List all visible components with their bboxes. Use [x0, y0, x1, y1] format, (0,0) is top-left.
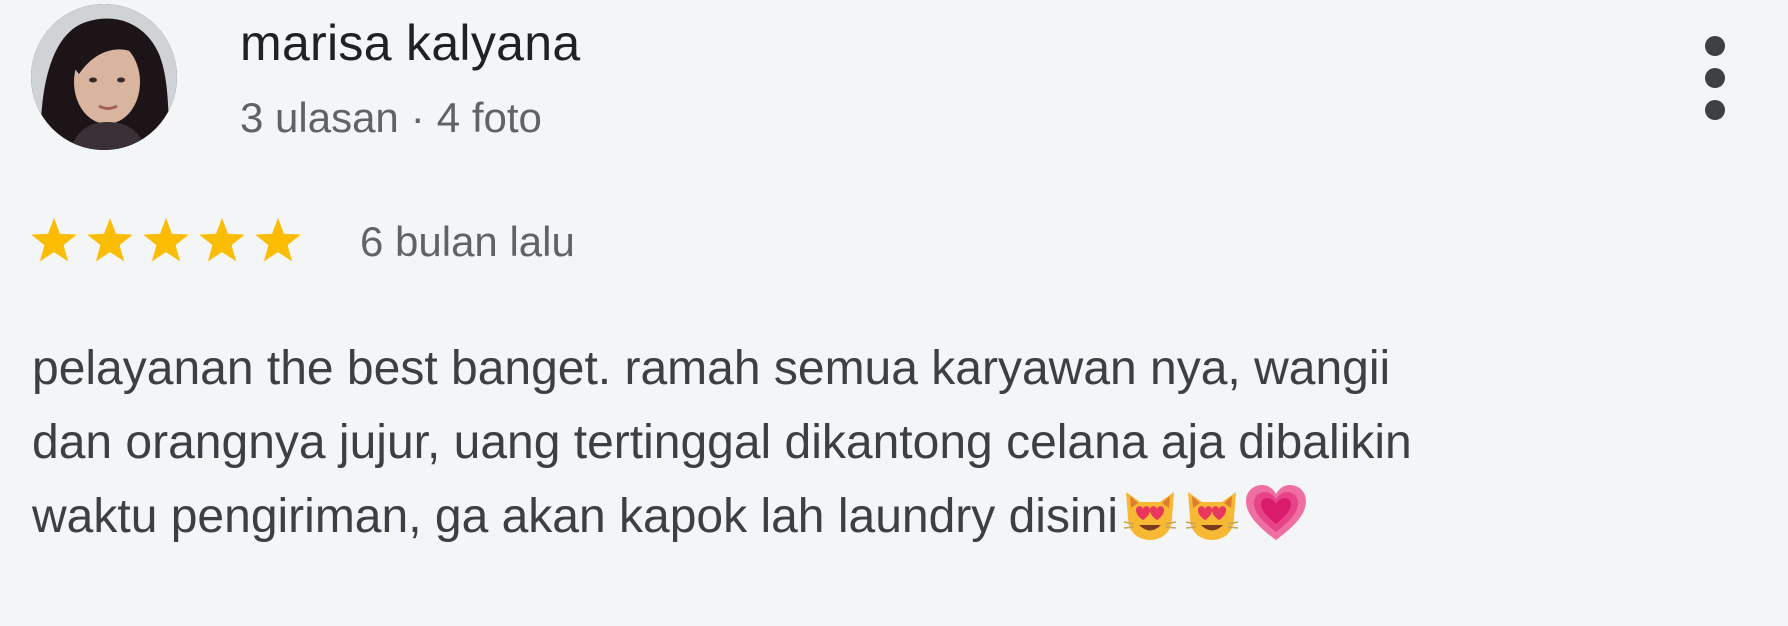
- cat-heart-eyes-icon: [1182, 484, 1242, 564]
- stats-separator: ·: [410, 94, 425, 141]
- menu-dot: [1705, 100, 1725, 120]
- reviewer-stats: 3 ulasan · 4 foto: [240, 94, 542, 142]
- star-icon: [255, 218, 301, 262]
- more-vertical-icon: [1705, 36, 1725, 56]
- menu-dot: [1705, 68, 1725, 88]
- star-icon: [143, 218, 189, 262]
- more-options-button[interactable]: [1690, 28, 1740, 128]
- review-count: 3 ulasan: [240, 94, 399, 141]
- review-line-last: waktu pengiriman, ga akan kapok lah laun…: [32, 480, 1752, 564]
- review-card: marisa kalyana 3 ulasan · 4 foto 6 bulan l…: [0, 0, 1788, 626]
- star-icon: [31, 218, 77, 262]
- review-line: dan orangnya jujur, uang tertinggal dika…: [32, 416, 1412, 469]
- growing-heart-icon: [1244, 484, 1308, 564]
- cat-heart-eyes-icon: [1120, 484, 1180, 564]
- review-text: pelayanan the best banget. ramah semua k…: [32, 332, 1752, 564]
- review-line: waktu pengiriman, ga akan kapok lah laun…: [32, 490, 1118, 543]
- review-time: 6 bulan lalu: [360, 218, 575, 265]
- star-rating: [31, 218, 301, 262]
- photo-count: 4 foto: [436, 94, 542, 141]
- reviewer-name[interactable]: marisa kalyana: [240, 14, 580, 72]
- star-icon: [199, 218, 245, 262]
- star-icon: [87, 218, 133, 262]
- review-line: pelayanan the best banget. ramah semua k…: [32, 342, 1391, 395]
- reviewer-avatar[interactable]: [31, 4, 177, 150]
